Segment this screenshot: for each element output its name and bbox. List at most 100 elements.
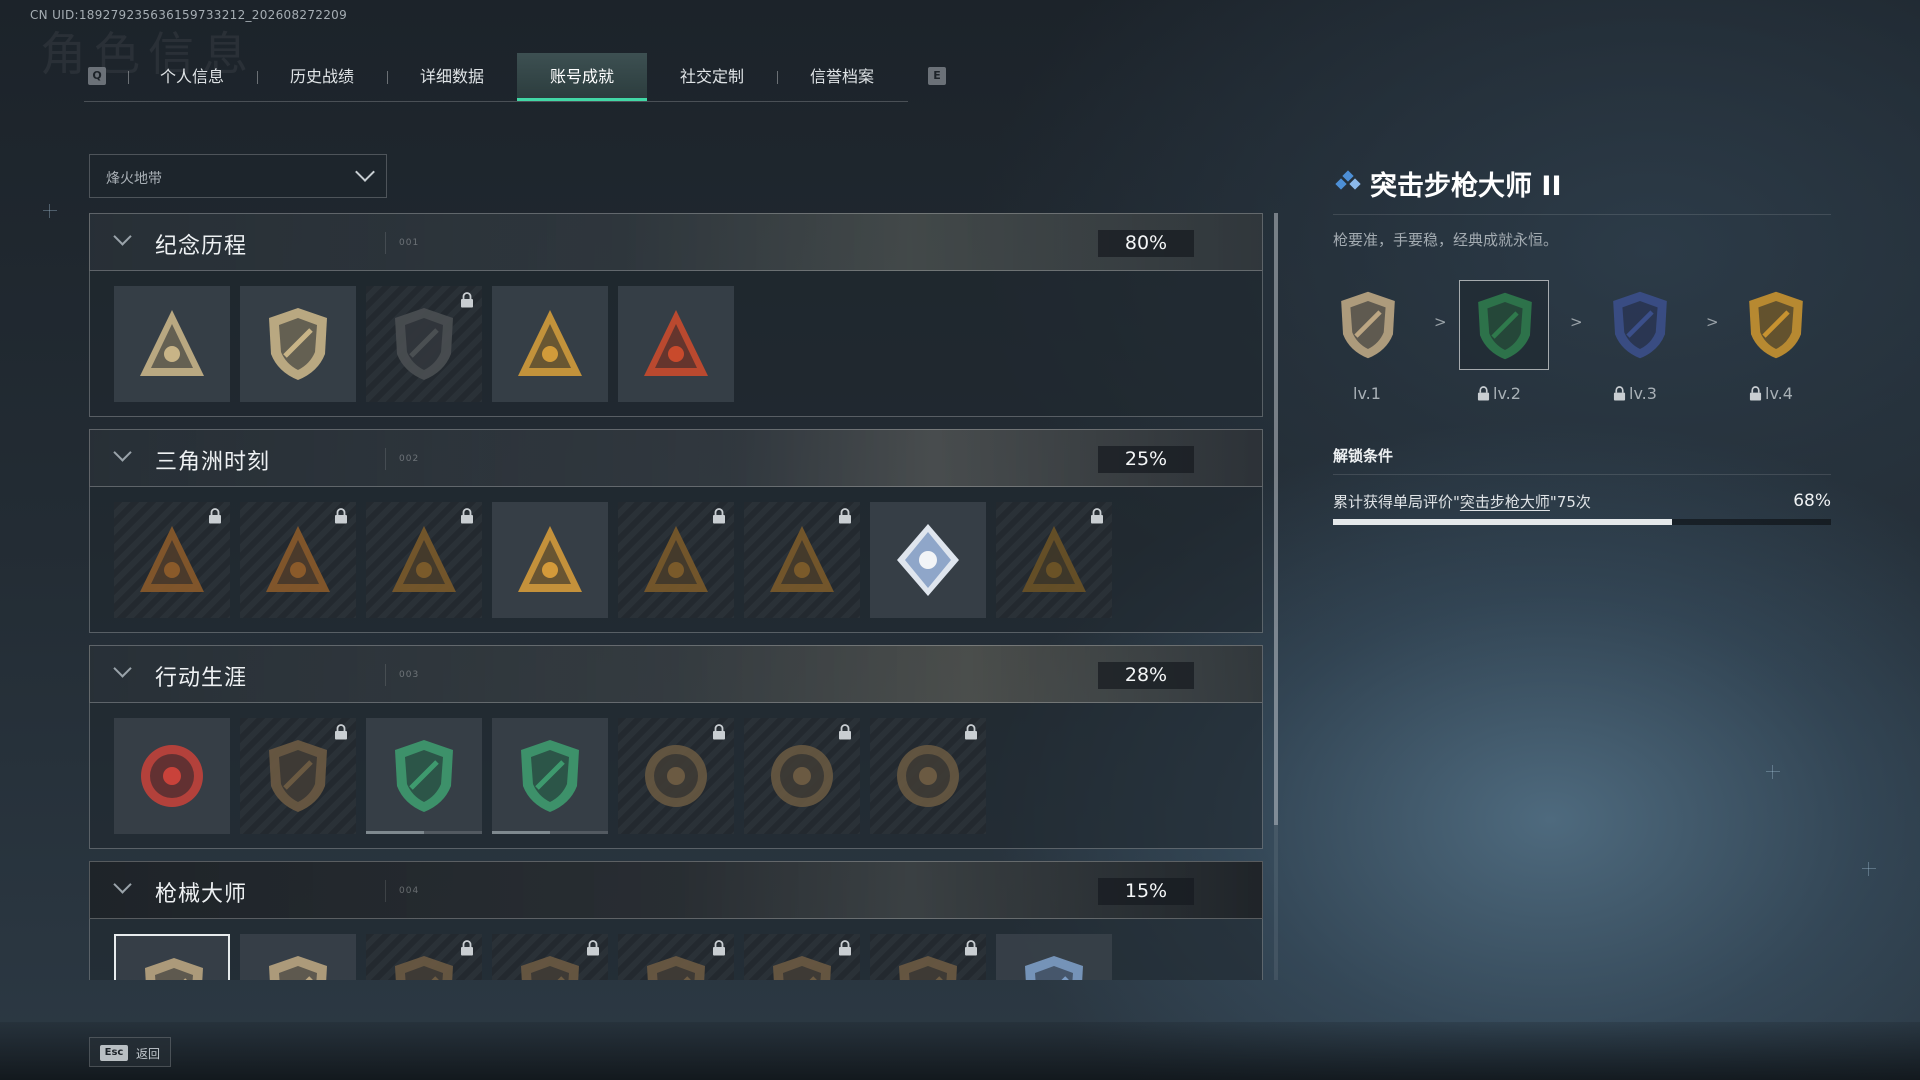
- crosshair-decoration-icon: [1766, 765, 1780, 779]
- tab-detailed-data[interactable]: 详细数据: [387, 53, 517, 101]
- divider: [385, 448, 386, 470]
- tab-personal-info[interactable]: 个人信息: [127, 53, 257, 101]
- achievement-tile[interactable]: [618, 934, 734, 980]
- condition-link[interactable]: 突击步枪大师: [1460, 493, 1550, 511]
- achievement-tile[interactable]: [240, 934, 356, 980]
- group-title: 枪械大师: [155, 882, 248, 907]
- collapse-chevron-icon[interactable]: [113, 227, 132, 246]
- achievement-tile[interactable]: [996, 934, 1112, 980]
- level-label: lv.2: [1477, 384, 1521, 403]
- achievement-list: 纪念历程 001 80% 三角洲时刻 002 25% 行动生涯 003 28% 枪械大师 004 15…: [89, 213, 1263, 980]
- group-header[interactable]: 行动生涯 003 28%: [89, 645, 1263, 703]
- esc-key-icon: Esc: [100, 1045, 128, 1061]
- group-progress-percent: 28%: [1098, 662, 1194, 689]
- lock-icon: [461, 508, 473, 524]
- achievement-tile[interactable]: [492, 286, 608, 402]
- group-progress-percent: 25%: [1098, 446, 1194, 473]
- achievement-tile[interactable]: [366, 286, 482, 402]
- achievement-tile[interactable]: [492, 934, 608, 980]
- achievement-level-3[interactable]: [1595, 280, 1685, 370]
- achievement-tile[interactable]: [114, 286, 230, 402]
- achievement-tile[interactable]: [240, 286, 356, 402]
- achievement-level-4[interactable]: [1731, 280, 1821, 370]
- marksman-shield-badge-icon: [647, 956, 705, 980]
- divider: [1333, 214, 1831, 215]
- achievement-tile[interactable]: [618, 286, 734, 402]
- achievement-tile[interactable]: [618, 718, 734, 834]
- level-label: lv.1: [1353, 384, 1381, 403]
- group-header[interactable]: 三角洲时刻 002 25%: [89, 429, 1263, 487]
- achievement-tile[interactable]: [492, 718, 608, 834]
- achievement-tile[interactable]: [870, 934, 986, 980]
- level-label: lv.3: [1613, 384, 1657, 403]
- tab-social[interactable]: 社交定制: [647, 53, 777, 101]
- collapse-chevron-icon[interactable]: [113, 443, 132, 462]
- vehicle-triangle-badge-icon: [392, 526, 456, 592]
- tab-credit-record[interactable]: 信誉档案: [777, 53, 907, 101]
- tab-bar: Q 个人信息 历史战绩 详细数据 账号成就 社交定制 信誉档案 E: [84, 53, 946, 102]
- scrollbar-thumb[interactable]: [1274, 213, 1278, 825]
- tab-history[interactable]: 历史战绩: [257, 53, 387, 101]
- list-scrollbar[interactable]: [1274, 213, 1278, 980]
- divider: [1333, 474, 1831, 475]
- round-helmet-badge-icon: [645, 745, 707, 807]
- group-progress-percent: 80%: [1098, 230, 1194, 257]
- group-achievement-grid: [89, 919, 1263, 980]
- collapse-chevron-icon[interactable]: [113, 659, 132, 678]
- back-label: 返回: [136, 1047, 161, 1061]
- lock-icon: [209, 508, 221, 524]
- achievement-tile[interactable]: [618, 502, 734, 618]
- achievement-tile[interactable]: [366, 718, 482, 834]
- achievement-tile[interactable]: [870, 718, 986, 834]
- prev-tab-key[interactable]: Q: [88, 67, 106, 85]
- bottom-bar: [0, 1022, 1920, 1080]
- group-header[interactable]: 纪念历程 001 80%: [89, 213, 1263, 271]
- achievement-tile[interactable]: [744, 934, 860, 980]
- mode-select[interactable]: 烽火地带: [89, 154, 387, 198]
- lock-icon: [1477, 386, 1490, 401]
- lock-icon: [1091, 508, 1103, 524]
- next-tab-key[interactable]: E: [928, 67, 946, 85]
- dragon-triangle-badge-icon: [1022, 526, 1086, 592]
- achievement-tile[interactable]: [492, 502, 608, 618]
- achievement-tile[interactable]: [114, 502, 230, 618]
- condition-prefix: 累计获得单局评价": [1333, 493, 1460, 511]
- group-code: 002: [399, 454, 420, 464]
- lock-icon: [587, 940, 599, 956]
- level-label-text: lv.2: [1493, 384, 1521, 403]
- blue-crosshair-badge-icon: [1025, 956, 1083, 980]
- achievement-tile[interactable]: [366, 934, 482, 980]
- lock-icon: [713, 508, 725, 524]
- achievement-tile[interactable]: [996, 502, 1112, 618]
- eagle-triangle-badge-icon: [644, 526, 708, 592]
- green-emblem-badge-icon: [521, 740, 579, 812]
- lock-icon: [1613, 386, 1626, 401]
- unlock-progress-bar: [1333, 519, 1831, 525]
- mode-select-value: 烽火地带: [106, 171, 162, 187]
- group-code: 001: [399, 238, 420, 248]
- unlock-progress-fill: [1333, 519, 1672, 525]
- group-header[interactable]: 枪械大师 004 15%: [89, 861, 1263, 919]
- lock-icon: [965, 724, 977, 740]
- tab-achievements[interactable]: 账号成就: [517, 53, 647, 101]
- rifle-level-1-badge-icon: [1341, 291, 1395, 359]
- squad-triangle-badge-icon: [518, 526, 582, 592]
- triangle-shield-badge-icon: [140, 310, 204, 376]
- achievement-tile[interactable]: [114, 934, 230, 980]
- condition-suffix: "75次: [1549, 493, 1591, 511]
- achievement-tile[interactable]: [114, 718, 230, 834]
- achievement-tile[interactable]: [744, 502, 860, 618]
- collapse-chevron-icon[interactable]: [113, 875, 132, 894]
- achievement-tile[interactable]: [240, 718, 356, 834]
- achievement-tile[interactable]: [366, 502, 482, 618]
- achievement-tile[interactable]: [870, 502, 986, 618]
- unlock-condition-title: 解锁条件: [1333, 447, 1394, 465]
- achievement-description: 枪要准，手要稳，经典成就永恒。: [1333, 231, 1559, 249]
- achievement-tile[interactable]: [240, 502, 356, 618]
- achievement-level-2[interactable]: [1459, 280, 1549, 370]
- rifle-level-4-badge-icon: [1749, 291, 1803, 359]
- achievement-level-1[interactable]: [1323, 280, 1413, 370]
- back-button[interactable]: Esc 返回: [89, 1037, 171, 1067]
- divider: [385, 664, 386, 686]
- achievement-tile[interactable]: [744, 718, 860, 834]
